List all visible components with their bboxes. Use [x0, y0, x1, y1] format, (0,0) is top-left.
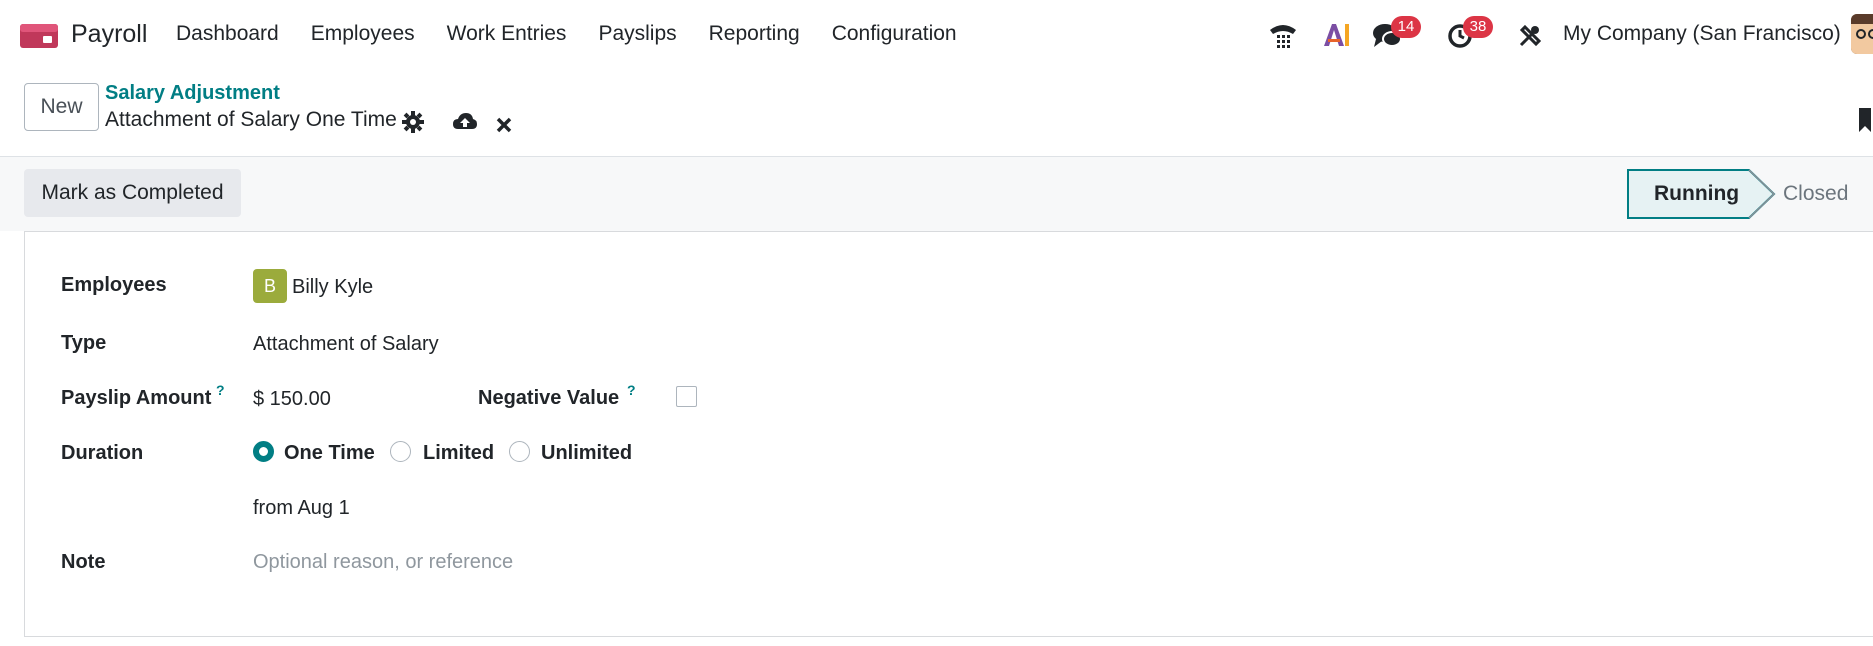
- discard-x-icon[interactable]: [495, 113, 513, 137]
- payslip-amount-help-icon[interactable]: ?: [216, 382, 225, 398]
- menu-payslips[interactable]: Payslips: [598, 22, 676, 46]
- messages-badge: 14: [1391, 16, 1421, 38]
- note-field[interactable]: Optional reason, or reference: [253, 551, 513, 574]
- main-menu: Dashboard Employees Work Entries Payslip…: [176, 22, 989, 46]
- record-title: Attachment of Salary One Time: [105, 108, 397, 131]
- bookmark-icon[interactable]: [1857, 102, 1873, 134]
- employee-tag[interactable]: Billy Kyle: [292, 276, 373, 299]
- company-switcher[interactable]: My Company (San Francisco): [1563, 22, 1841, 46]
- negative-value-label: Negative Value: [478, 387, 620, 409]
- duration-one-time-radio[interactable]: [253, 441, 274, 462]
- menu-configuration[interactable]: Configuration: [832, 22, 957, 46]
- new-button[interactable]: New: [24, 83, 99, 131]
- control-panel: New Salary Adjustment Attachment of Sala…: [0, 72, 1873, 157]
- negative-value-help-icon[interactable]: ?: [627, 382, 636, 398]
- gear-icon[interactable]: [401, 110, 425, 134]
- app-name[interactable]: Payroll: [71, 20, 147, 49]
- top-navbar: Payroll Dashboard Employees Work Entries…: [0, 0, 1873, 72]
- activities-badge: 38: [1463, 16, 1493, 38]
- employee-avatar: B: [253, 269, 287, 303]
- payslip-amount-field[interactable]: $ 150.00: [253, 388, 331, 411]
- duration-label: Duration: [61, 442, 144, 464]
- type-field[interactable]: Attachment of Salary: [253, 333, 439, 356]
- duration-from-date[interactable]: from Aug 1: [253, 497, 350, 520]
- payslip-amount-label: Payslip Amount: [61, 387, 212, 409]
- ai-icon[interactable]: [1322, 22, 1350, 48]
- user-avatar[interactable]: [1851, 14, 1873, 54]
- type-label: Type: [61, 332, 107, 354]
- duration-limited-radio[interactable]: [390, 441, 411, 462]
- duration-limited-label[interactable]: Limited: [423, 442, 494, 465]
- payroll-app-icon[interactable]: [20, 22, 58, 50]
- mark-as-completed-button[interactable]: Mark as Completed: [24, 169, 241, 217]
- note-label: Note: [61, 551, 106, 573]
- employees-label: Employees: [61, 274, 167, 296]
- stage-running[interactable]: Running: [1654, 182, 1739, 206]
- cloud-upload-icon[interactable]: [452, 110, 478, 134]
- menu-reporting[interactable]: Reporting: [709, 22, 800, 46]
- stage-closed[interactable]: Closed: [1783, 182, 1848, 206]
- menu-dashboard[interactable]: Dashboard: [176, 22, 279, 46]
- phone-icon[interactable]: [1268, 22, 1298, 50]
- tools-icon[interactable]: [1518, 24, 1542, 48]
- menu-employees[interactable]: Employees: [311, 22, 415, 46]
- duration-one-time-label[interactable]: One Time: [284, 442, 375, 465]
- negative-value-checkbox[interactable]: [676, 386, 697, 407]
- status-bar: Mark as Completed Running Closed: [0, 157, 1873, 231]
- menu-work-entries[interactable]: Work Entries: [447, 22, 567, 46]
- duration-unlimited-radio[interactable]: [509, 441, 530, 462]
- breadcrumb-salary-adjustment[interactable]: Salary Adjustment: [105, 82, 280, 105]
- duration-unlimited-label[interactable]: Unlimited: [541, 442, 632, 465]
